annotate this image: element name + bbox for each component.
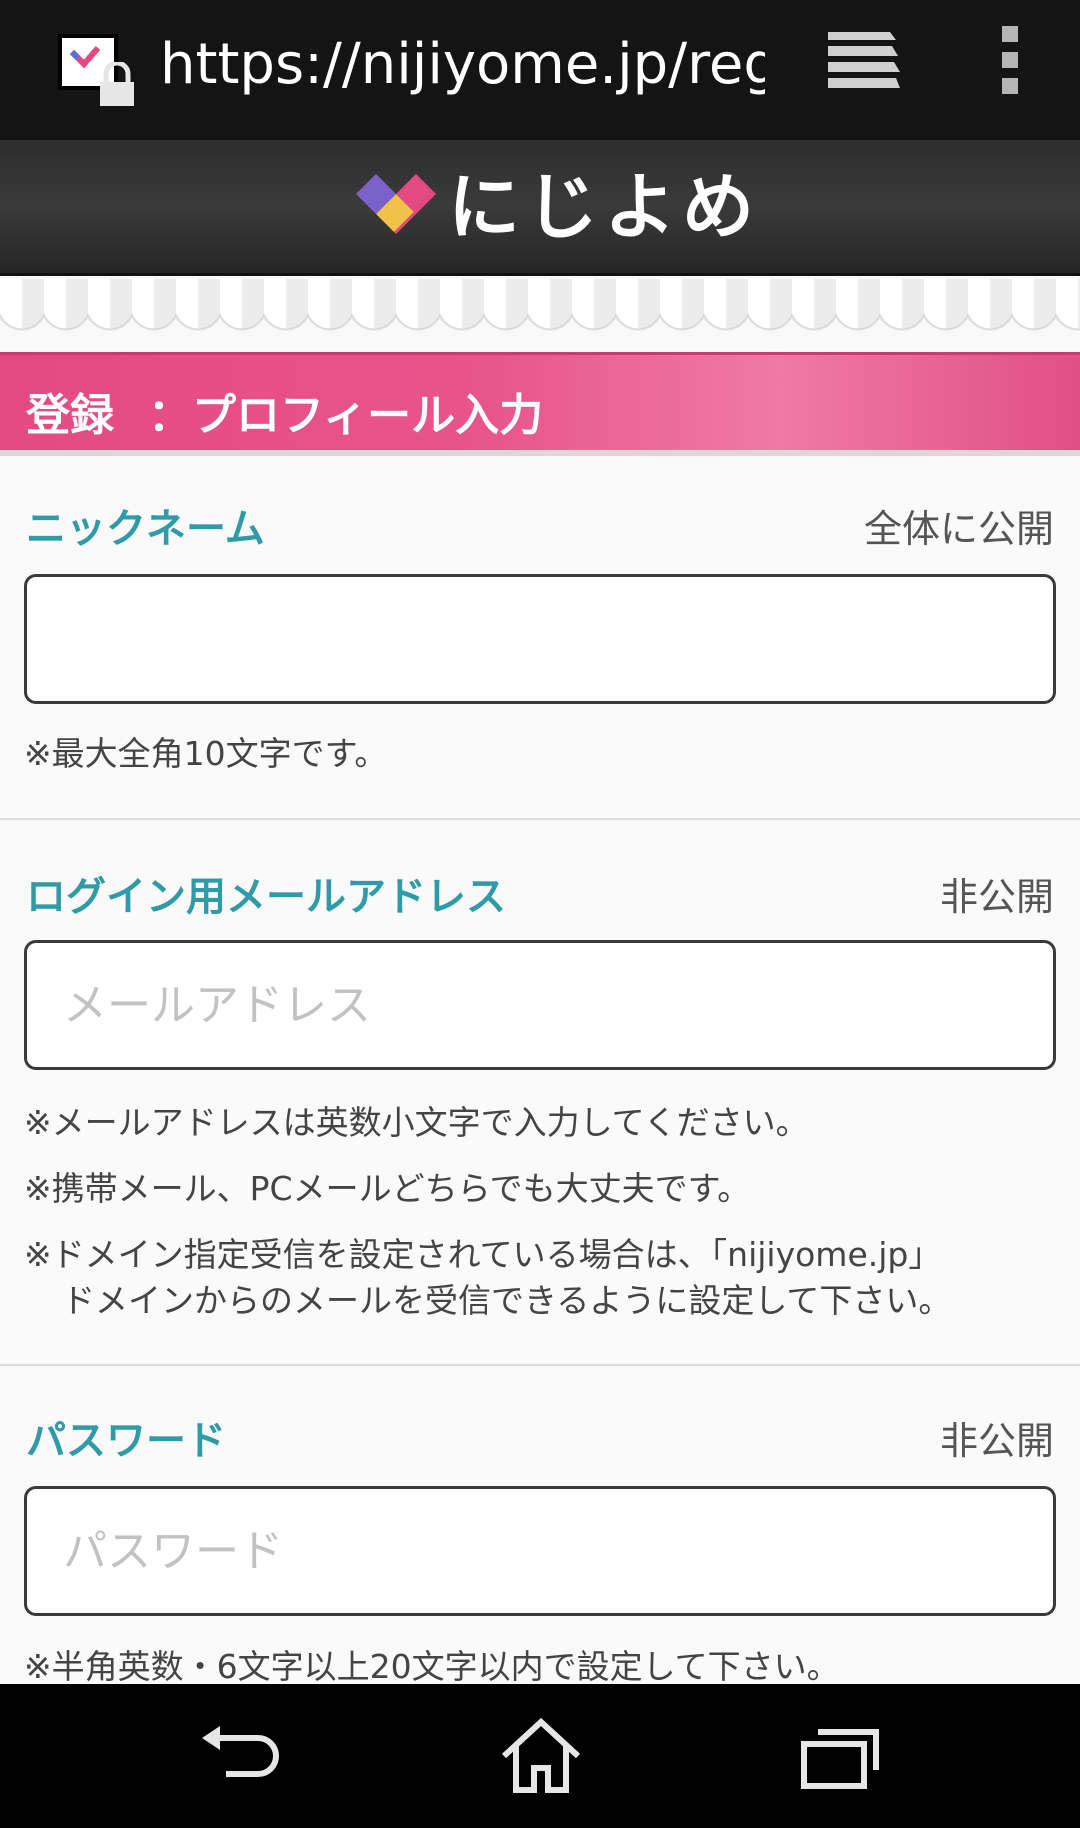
- email-note-3: ※ドメイン指定受信を設定されている場合は、「nijiyome.jp」: [24, 1235, 942, 1274]
- url-field[interactable]: https://nijiyome.jp/registe: [160, 30, 765, 100]
- email-input-box: [24, 940, 1056, 1070]
- nickname-input-box: [24, 574, 1056, 704]
- email-label: ログイン用メールアドレス: [26, 874, 506, 920]
- email-note-1: ※メールアドレスは英数小文字で入力してください。: [24, 1103, 809, 1142]
- password-label: パスワード: [26, 1418, 226, 1464]
- page-title-bar: 登録 ：プロフィール入力: [0, 352, 1080, 456]
- browser-url-bar: https://nijiyome.jp/registe: [0, 0, 1080, 140]
- page-title-prefix: 登録: [26, 390, 114, 441]
- heart-logo-icon[interactable]: [354, 170, 438, 244]
- password-section: パスワード 非公開 ※半角英数・6文字以上20文字以内で設定して下さい。: [0, 1368, 1080, 1688]
- password-note: ※半角英数・6文字以上20文字以内で設定して下さい。: [24, 1647, 840, 1686]
- nickname-label: ニックネーム: [26, 506, 265, 552]
- tabs-icon[interactable]: [826, 28, 902, 92]
- nickname-visibility-label: 全体に公開: [863, 507, 1054, 551]
- scallop-divider: [0, 279, 1080, 351]
- site-logo-text[interactable]: にじよめ: [448, 162, 760, 252]
- email-note-2: ※携帯メール、PCメールどちらでも大丈夫です。: [24, 1169, 751, 1208]
- system-navigation-bar: [0, 1684, 1080, 1828]
- email-visibility-label: 非公開: [939, 875, 1054, 919]
- nickname-input[interactable]: [27, 577, 1053, 701]
- site-header: にじよめ: [0, 140, 1080, 276]
- home-icon[interactable]: [496, 1716, 586, 1796]
- password-input-box: [24, 1486, 1056, 1616]
- email-input[interactable]: [27, 943, 1053, 1067]
- overflow-menu-icon[interactable]: [990, 26, 1030, 98]
- password-visibility-label: 非公開: [939, 1419, 1054, 1463]
- recents-icon[interactable]: [796, 1716, 886, 1796]
- back-icon[interactable]: [196, 1716, 286, 1796]
- email-note-4: ドメインからのメールを受信できるように設定して下さい。: [62, 1281, 952, 1320]
- lock-icon: [96, 60, 138, 106]
- nickname-note: ※最大全角10文字です。: [24, 734, 388, 773]
- email-section: ログイン用メールアドレス 非公開 ※メールアドレスは英数小文字で入力してください…: [0, 822, 1080, 1366]
- page-title: ：プロフィール入力: [148, 390, 544, 441]
- nickname-section: ニックネーム 全体に公開 ※最大全角10文字です。: [0, 462, 1080, 820]
- password-input[interactable]: [27, 1489, 1053, 1613]
